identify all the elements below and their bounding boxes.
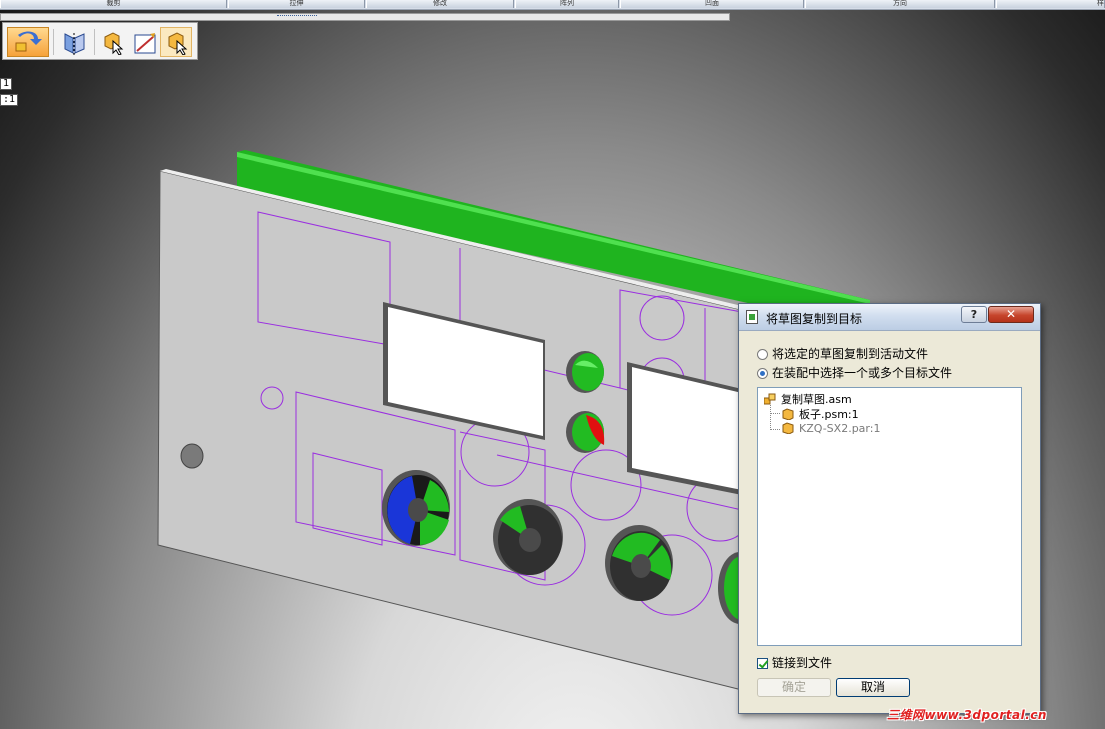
sheetmetal-part-icon bbox=[782, 408, 794, 420]
link-to-file[interactable]: 链接到文件 bbox=[757, 654, 832, 671]
dialog-title: 将草图复制到目标 bbox=[766, 312, 863, 326]
option-active-file[interactable]: 将选定的草图复制到活动文件 bbox=[757, 345, 928, 361]
assembly-tree[interactable]: 复制草图.asm 板子.psm:1 KZQ-SX2.par:1 bbox=[757, 387, 1022, 646]
indicator-green bbox=[566, 351, 604, 393]
cancel-button[interactable]: 取消 bbox=[836, 678, 910, 697]
tree-root[interactable]: 复制草图.asm bbox=[764, 391, 852, 406]
knob-3 bbox=[605, 525, 673, 601]
tree-root-label: 复制草图.asm bbox=[781, 393, 852, 406]
link-checkbox[interactable] bbox=[757, 658, 768, 669]
document-icon bbox=[746, 310, 758, 324]
copy-sketch-dialog: 将草图复制到目标 ? ✕ 将选定的草图复制到活动文件 在装配中选择一个或多个目标… bbox=[738, 303, 1041, 714]
link-checkbox-label: 链接到文件 bbox=[772, 656, 833, 670]
assembly-icon bbox=[764, 393, 776, 405]
tree-item-label: 板子.psm:1 bbox=[799, 408, 859, 421]
knob-1 bbox=[382, 470, 450, 546]
tree-item-label: KZQ-SX2.par:1 bbox=[799, 422, 881, 435]
watermark: 三维网www.3dportal.cn bbox=[887, 708, 1047, 722]
option-label: 将选定的草图复制到活动文件 bbox=[772, 347, 929, 361]
dialog-title-bar[interactable]: 将草图复制到目标 ? ✕ bbox=[739, 304, 1040, 331]
tree-item[interactable]: KZQ-SX2.par:1 bbox=[782, 422, 880, 436]
option-label: 在装配中选择一个或多个目标文件 bbox=[772, 366, 953, 380]
tree-item[interactable]: 板子.psm:1 bbox=[782, 406, 859, 421]
radio-button[interactable] bbox=[757, 349, 768, 360]
radio-button[interactable] bbox=[757, 368, 768, 379]
part-icon bbox=[782, 422, 794, 434]
help-button[interactable]: ? bbox=[961, 306, 987, 323]
indicator-red bbox=[566, 411, 605, 453]
option-target-files[interactable]: 在装配中选择一个或多个目标文件 bbox=[757, 364, 952, 380]
knob-2 bbox=[493, 499, 563, 575]
close-button[interactable]: ✕ bbox=[988, 306, 1034, 323]
ok-button[interactable]: 确定 bbox=[757, 678, 831, 697]
